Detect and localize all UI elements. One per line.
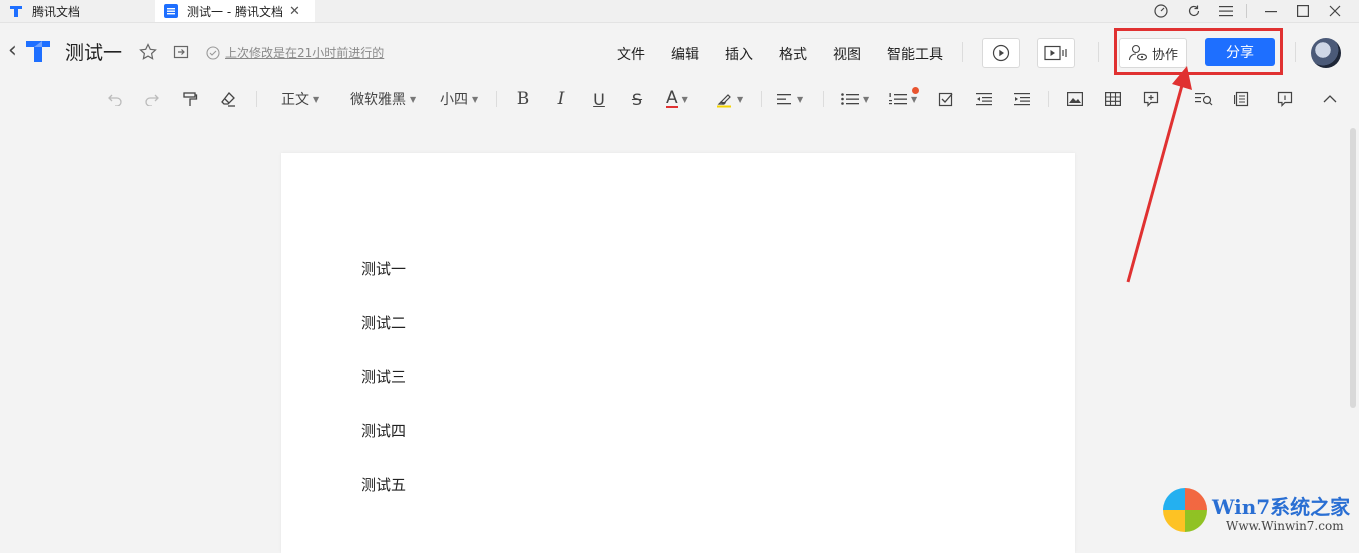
font-color-icon: A [666,88,678,108]
menu-icon[interactable] [1213,0,1239,22]
divider [1295,42,1296,62]
checklist-icon[interactable] [935,88,957,110]
save-status[interactable]: 上次修改是在21小时前进行的 [206,44,384,61]
tab-label: 腾讯文档 [32,4,81,19]
play-button[interactable] [982,38,1020,68]
bullet-list-button[interactable]: ▼ [841,88,869,110]
document-title[interactable]: 测试一 [65,38,122,65]
close-tab-icon[interactable]: ✕ [289,4,300,19]
redo-icon[interactable] [141,88,163,110]
tab-document[interactable]: 测试一 - 腾讯文档 ✕ [155,0,315,22]
font-family-select[interactable]: 微软雅黑 ▼ [350,88,416,110]
paragraph-style-value: 正文 [281,92,309,108]
format-painter-icon[interactable] [179,88,201,110]
chevron-down-icon: ▼ [313,94,320,104]
refresh-icon[interactable] [1181,0,1207,22]
presentation-icon [1044,45,1067,61]
divider [1098,42,1099,62]
close-window-icon[interactable] [1322,0,1348,22]
watermark-url: Www.Winwin7.com [1226,519,1344,533]
maximize-icon[interactable] [1290,0,1316,22]
save-status-text: 上次修改是在21小时前进行的 [225,46,385,60]
toolbar-divider [496,91,497,107]
annotation-arrow [1126,66,1192,283]
chevron-down-icon: ▼ [797,94,804,104]
paragraph-line-5[interactable]: 测试五 [361,474,406,495]
highlighter-icon [717,94,731,108]
undo-icon[interactable] [104,88,126,110]
align-left-icon [777,94,791,105]
chevron-down-icon: ▼ [863,94,870,104]
watermark-logo [1163,488,1207,532]
align-button[interactable]: ▼ [777,88,803,110]
chevron-down-icon: ▼ [472,94,479,104]
indent-icon[interactable] [1011,88,1033,110]
strikethrough-button[interactable]: S [626,88,648,110]
highlight-button[interactable]: ▼ [715,88,743,110]
numbered-list-icon [889,93,907,105]
speed-icon[interactable] [1148,0,1174,22]
minimize-icon[interactable] [1258,0,1284,22]
watermark-brand: Win7系统之家 [1212,495,1351,519]
present-button[interactable] [1037,38,1075,68]
tencent-docs-logo[interactable] [24,38,52,68]
menu-view[interactable]: 视图 [833,44,861,64]
play-icon [992,44,1010,62]
back-icon[interactable]: ‹ [8,38,17,63]
font-size-select[interactable]: 小四 ▼ [440,88,478,110]
chevron-down-icon: ▼ [681,94,688,104]
tab-label: 测试一 - 腾讯文档 [187,4,283,19]
bullet-list-icon [841,93,859,105]
move-to-folder-icon[interactable] [173,44,189,64]
menu-file[interactable]: 文件 [617,44,645,64]
menu-insert[interactable]: 插入 [725,44,753,64]
tab-home[interactable]: 腾讯文档 [0,0,155,22]
notification-dot [912,87,919,94]
outdent-icon[interactable] [973,88,995,110]
chevron-down-icon: ▼ [737,94,744,104]
document-outline-icon[interactable] [1231,88,1253,110]
font-color-button[interactable]: A ▼ [666,88,688,110]
font-size-value: 小四 [440,92,468,108]
collapse-toolbar-icon[interactable] [1319,88,1341,110]
tencent-docs-logo-icon [9,4,23,18]
clear-format-icon[interactable] [217,88,239,110]
toolbar-divider [256,91,257,107]
divider [1246,4,1247,18]
underline-button[interactable]: U [588,88,610,110]
italic-button[interactable]: I [550,88,572,110]
vertical-scrollbar[interactable] [1350,128,1356,408]
image-icon[interactable] [1064,88,1086,110]
toolbar-divider [761,91,762,107]
paragraph-line-3[interactable]: 测试三 [361,366,406,387]
font-family-value: 微软雅黑 [350,92,406,108]
document-icon [164,4,178,18]
menu-smart-tools[interactable]: 智能工具 [887,44,943,64]
paragraph-line-4[interactable]: 测试四 [361,420,406,441]
divider [962,42,963,62]
star-icon[interactable] [139,43,157,65]
avatar[interactable] [1311,38,1341,68]
bold-button[interactable]: B [512,88,534,110]
toolbar-divider [823,91,824,107]
menu-format[interactable]: 格式 [779,44,807,64]
paragraph-line-2[interactable]: 测试二 [361,312,406,333]
check-circle-icon [206,45,220,60]
chevron-down-icon: ▼ [911,94,918,104]
menu-edit[interactable]: 编辑 [671,44,699,64]
paragraph-line-1[interactable]: 测试一 [361,258,406,279]
paragraph-style-select[interactable]: 正文 ▼ [281,88,319,110]
comment-icon[interactable] [1274,88,1296,110]
toolbar-divider [1048,91,1049,107]
chevron-down-icon: ▼ [410,94,417,104]
